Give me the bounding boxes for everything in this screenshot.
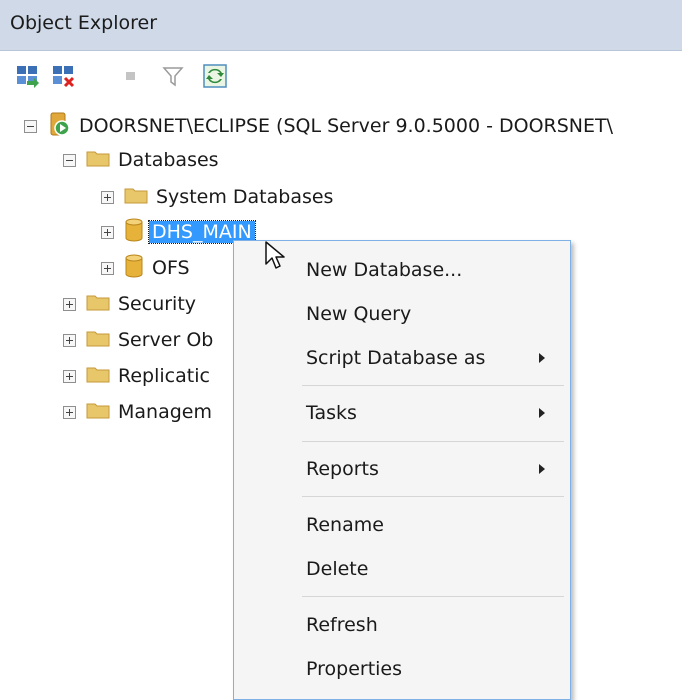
stop-icon[interactable] <box>118 63 144 89</box>
menu-item-label: Script Database as <box>306 347 486 369</box>
window-title: Object Explorer <box>10 12 158 34</box>
menu-item-rename[interactable]: Rename <box>234 503 570 547</box>
menu-item-label: Refresh <box>306 614 378 636</box>
tree-node-replication[interactable]: Replicatic <box>63 359 210 393</box>
tree-node-security[interactable]: Security <box>63 287 196 321</box>
tree-node-system-databases[interactable]: System Databases <box>101 180 333 214</box>
disconnect-icon[interactable] <box>50 63 76 89</box>
databases-label: Databases <box>118 149 219 171</box>
menu-separator <box>302 441 564 442</box>
submenu-arrow-icon <box>539 353 545 363</box>
tree-node-server-objects[interactable]: Server Ob <box>63 323 213 357</box>
submenu-arrow-icon <box>539 464 545 474</box>
menu-separator <box>302 496 564 497</box>
menu-item-properties[interactable]: Properties <box>234 647 570 691</box>
tree-node-management[interactable]: Managem <box>63 395 212 429</box>
menu-item-tasks[interactable]: Tasks <box>234 391 570 435</box>
folder-icon <box>124 186 148 208</box>
menu-separator <box>302 385 564 386</box>
connect-icon[interactable] <box>14 63 40 89</box>
management-label: Managem <box>118 401 212 423</box>
submenu-arrow-icon <box>539 408 545 418</box>
menu-item-reports[interactable]: Reports <box>234 447 570 491</box>
menu-item-label: Delete <box>306 558 369 580</box>
menu-item-label: New Database... <box>306 259 463 281</box>
folder-icon <box>86 149 110 171</box>
folder-icon <box>86 401 110 423</box>
ofs-label: OFS <box>152 257 190 279</box>
server-objects-label: Server Ob <box>118 329 214 351</box>
expand-toggle[interactable] <box>101 190 114 204</box>
tree-node-databases[interactable]: Databases <box>63 143 219 177</box>
folder-icon <box>86 365 110 387</box>
folder-icon <box>86 329 110 351</box>
tree-node-server[interactable]: DOORSNET\ECLIPSE (SQL Server 9.0.5000 - … <box>24 109 613 143</box>
menu-item-delete[interactable]: Delete <box>234 547 570 591</box>
refresh-icon[interactable] <box>202 63 228 89</box>
menu-item-label: New Query <box>306 303 412 325</box>
collapse-toggle[interactable] <box>63 153 76 167</box>
expand-toggle[interactable] <box>63 297 76 311</box>
expand-toggle[interactable] <box>101 225 114 239</box>
object-explorer-toolbar <box>0 51 682 101</box>
database-icon <box>124 217 144 247</box>
menu-item-label: Properties <box>306 658 403 680</box>
menu-item-refresh[interactable]: Refresh <box>234 603 570 647</box>
security-label: Security <box>118 293 197 315</box>
menu-item-label: Tasks <box>306 402 357 424</box>
menu-item-script-database-as[interactable]: Script Database as <box>234 336 570 380</box>
expand-toggle[interactable] <box>63 405 76 419</box>
system-databases-label: System Databases <box>156 186 334 208</box>
menu-item-label: Reports <box>306 458 379 480</box>
database-icon <box>124 253 144 283</box>
menu-separator <box>302 596 564 597</box>
expand-toggle[interactable] <box>101 261 114 275</box>
expand-toggle[interactable] <box>63 369 76 383</box>
menu-item-label: Rename <box>306 514 384 536</box>
collapse-toggle[interactable] <box>24 119 37 133</box>
tree-node-dhs-main[interactable]: DHS_MAIN <box>101 215 256 249</box>
server-label: DOORSNET\ECLIPSE (SQL Server 9.0.5000 - … <box>79 115 614 137</box>
folder-icon <box>86 293 110 315</box>
object-explorer-titlebar: Object Explorer <box>0 0 682 51</box>
replication-label: Replicatic <box>118 365 210 387</box>
context-menu: New Database... New Query Script Databas… <box>233 240 571 700</box>
tree-node-ofs[interactable]: OFS <box>101 251 190 285</box>
menu-item-new-query[interactable]: New Query <box>234 292 570 336</box>
filter-icon[interactable] <box>160 63 186 89</box>
mouse-cursor-icon <box>264 240 294 278</box>
server-icon <box>47 111 71 141</box>
expand-toggle[interactable] <box>63 333 76 347</box>
